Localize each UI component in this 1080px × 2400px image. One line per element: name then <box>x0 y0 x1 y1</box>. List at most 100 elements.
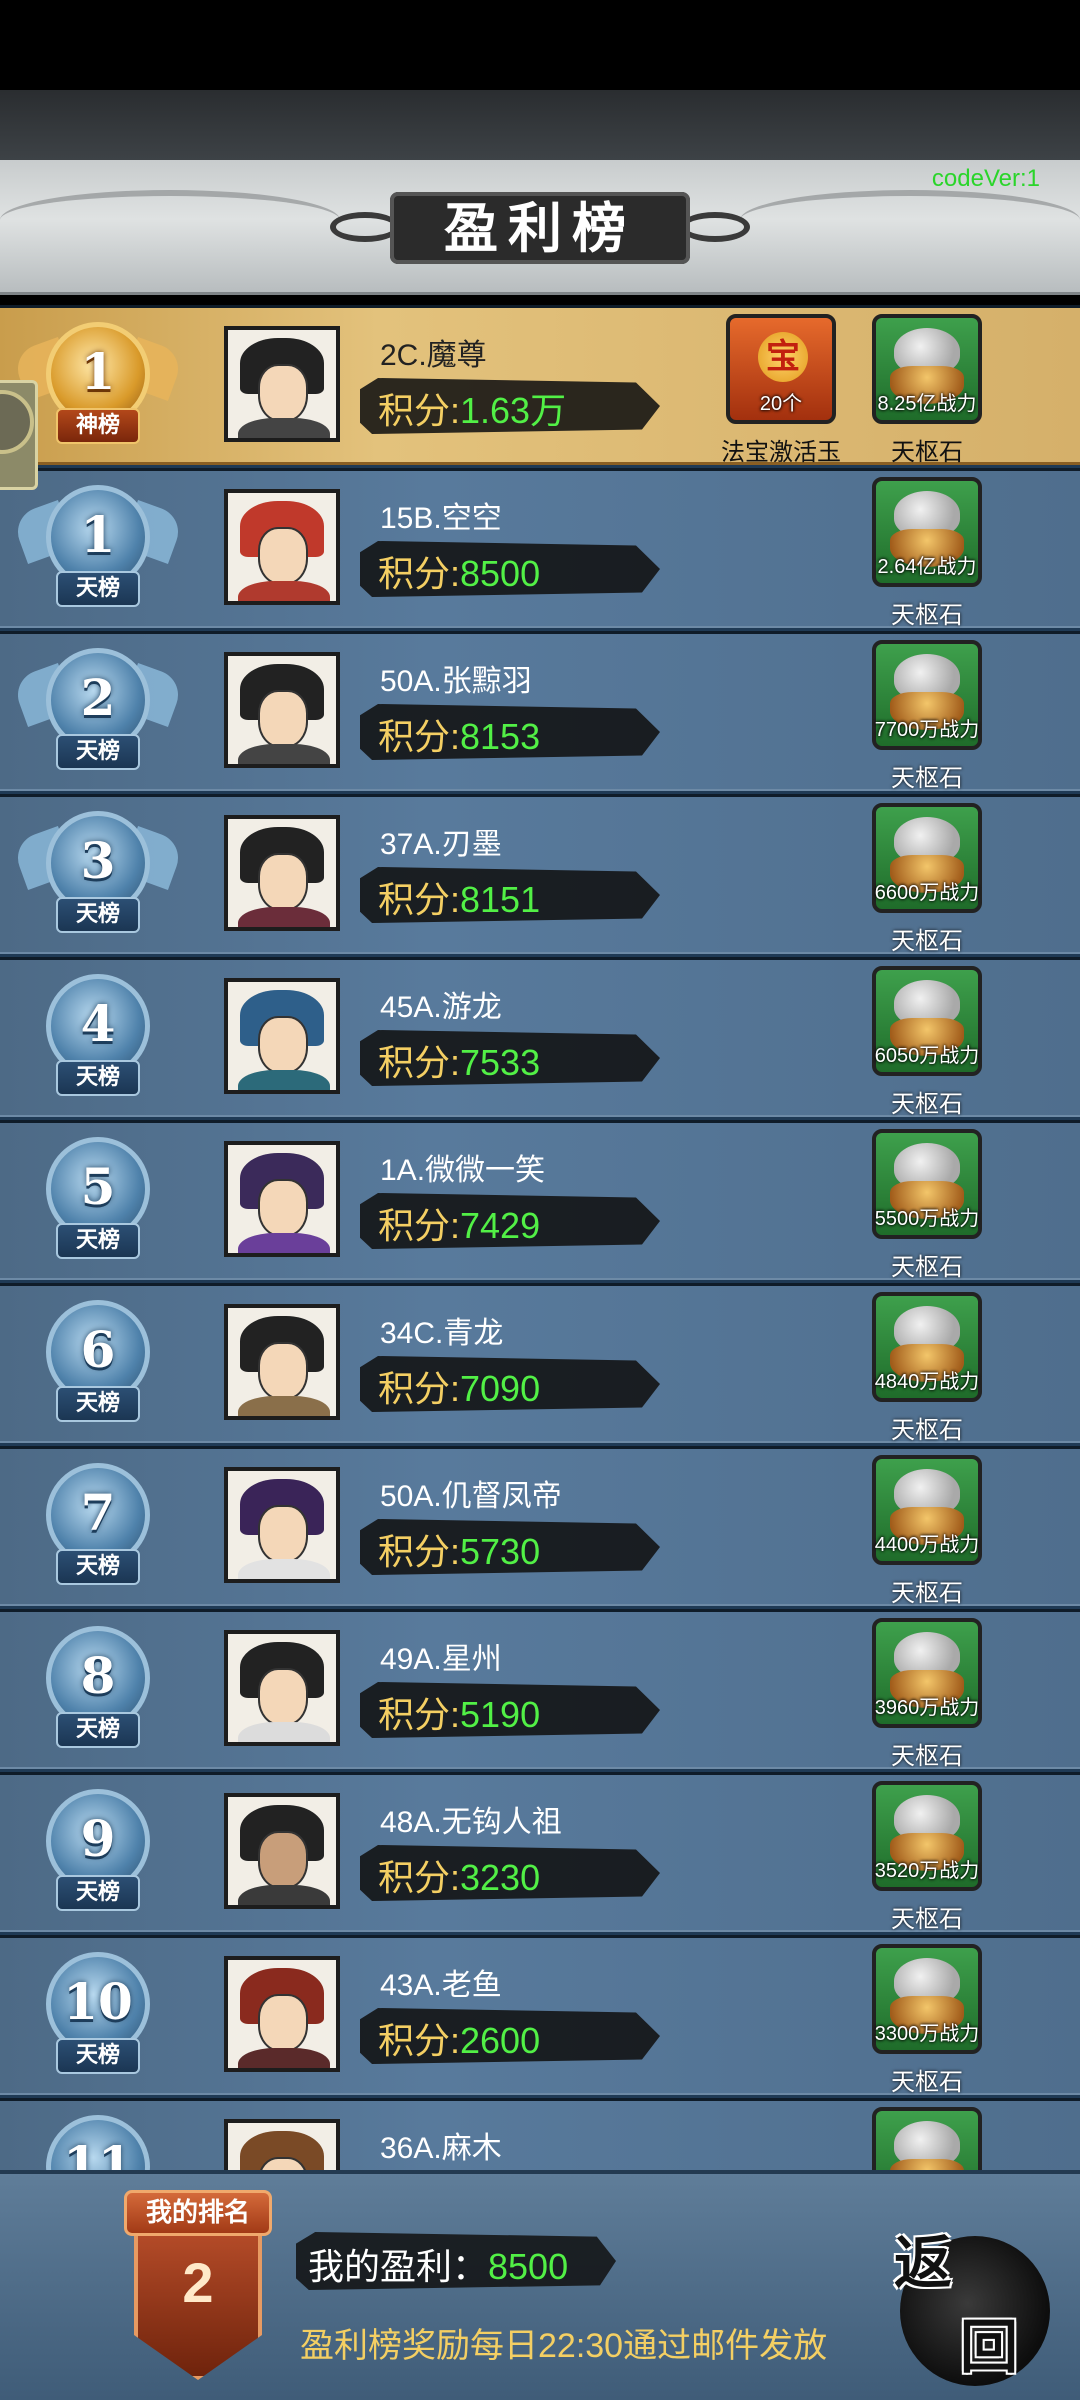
player-score: 积分:7429 <box>378 1197 540 1249</box>
reward-name: 天枢石 <box>891 1743 963 1770</box>
rank-medal: 6 天榜 <box>18 1300 178 1430</box>
avatar-face <box>258 1994 308 2052</box>
player-name: 45A.游龙 <box>380 991 502 1024</box>
avatar-face <box>258 690 308 748</box>
ranking-row[interactable]: 7 天榜 50A.仉督凤帝 积分:5730 4400万战力 天枢石 <box>0 1446 1080 1607</box>
reward-item-stone[interactable]: 3960万战力 <box>872 1618 982 1728</box>
player-score: 积分:8151 <box>378 871 540 923</box>
ranking-row[interactable]: 4 天榜 45A.游龙 积分:7533 6050万战力 天枢石 <box>0 957 1080 1118</box>
score-label: 积分: <box>378 1205 461 1246</box>
ranking-row[interactable]: 2 天榜 50A.张黥羽 积分:8153 7700万战力 天枢石 <box>0 631 1080 792</box>
score-label: 积分: <box>378 2020 461 2061</box>
player-avatar[interactable] <box>224 1630 340 1746</box>
rank-number: 1 <box>80 342 116 401</box>
ranking-row[interactable]: 3 天榜 37A.刃墨 积分:8151 6600万战力 天枢石 <box>0 794 1080 955</box>
status-bar <box>0 0 1080 90</box>
bao-seal-icon: 宝 <box>758 332 808 382</box>
player-avatar[interactable] <box>224 1956 340 2072</box>
avatar-face <box>258 853 308 911</box>
avatar-face <box>258 1179 308 1237</box>
score-value: 1.63万 <box>460 390 567 431</box>
score-label: 积分: <box>378 1531 461 1572</box>
rank-medal: 8 天榜 <box>18 1626 178 1756</box>
reward-item-stone[interactable]: 6050万战力 <box>872 966 982 1076</box>
reward-power: 4840万战力 <box>874 1371 980 1393</box>
reward-item-stone[interactable]: 3520万战力 <box>872 1781 982 1891</box>
rank-medal: 2 天榜 <box>10 648 186 778</box>
reward-notice: 盈利榜奖励每日22:30通过邮件发放 <box>300 2327 828 2365</box>
reward-count: 20个 <box>759 393 803 415</box>
reward-power: 7700万战力 <box>874 719 980 741</box>
reward-name: 天枢石 <box>891 2069 963 2096</box>
player-name: 36A.麻木 <box>380 2132 502 2165</box>
score-value: 2600 <box>460 2020 541 2061</box>
reward-name: 天枢石 <box>891 602 963 629</box>
score-label: 积分: <box>378 1694 461 1735</box>
player-avatar[interactable] <box>224 1793 340 1909</box>
score-label: 积分: <box>378 1857 461 1898</box>
ranking-row-top[interactable]: 1 神榜 2C.魔尊 积分:1.63万 宝 20个 法宝激活玉 8.25亿战力 … <box>0 305 1080 466</box>
reward-name: 天枢石 <box>891 1254 963 1281</box>
player-avatar[interactable] <box>224 1467 340 1583</box>
player-avatar[interactable] <box>224 1141 340 1257</box>
reward-item-stone[interactable]: 2.64亿战力 <box>872 477 982 587</box>
player-avatar[interactable] <box>224 815 340 931</box>
my-profit: 我的盈利：8500 <box>308 2238 568 2290</box>
cloud-ornament-right <box>740 190 1080 250</box>
ranking-row[interactable]: 11 36A.麻木 <box>0 2098 1080 2180</box>
player-score: 积分:7533 <box>378 1034 540 1086</box>
reward-item-bao[interactable]: 宝 20个 <box>726 314 836 424</box>
reward-power: 6050万战力 <box>874 1045 980 1067</box>
player-avatar[interactable] <box>224 978 340 1094</box>
rank-tag: 天榜 <box>56 1223 140 1259</box>
player-name: 43A.老鱼 <box>380 1969 502 2002</box>
score-label: 积分: <box>378 1368 461 1409</box>
reward-item-stone[interactable]: 5500万战力 <box>872 1129 982 1239</box>
reward-item-stone[interactable]: 4400万战力 <box>872 1455 982 1565</box>
rank-medal: 3 天榜 <box>10 811 186 941</box>
player-avatar[interactable] <box>224 326 340 442</box>
reward-name: 天枢石 <box>891 1580 963 1607</box>
my-rank-value: 2 <box>182 2251 214 2314</box>
player-name: 34C.青龙 <box>380 1317 504 1350</box>
avatar-face <box>258 1016 308 1074</box>
ranking-row[interactable]: 10 天榜 43A.老鱼 积分:2600 3300万战力 天枢石 <box>0 1935 1080 2096</box>
ranking-row[interactable]: 6 天榜 34C.青龙 积分:7090 4840万战力 天枢石 <box>0 1283 1080 1444</box>
leaderboard-header: 盈利榜 <box>0 160 1080 295</box>
rank-medal: 5 天榜 <box>18 1137 178 1267</box>
rank-number: 6 <box>80 1320 116 1379</box>
reward-item-stone[interactable]: 7700万战力 <box>872 640 982 750</box>
ranking-row[interactable]: 8 天榜 49A.星州 积分:5190 3960万战力 天枢石 <box>0 1609 1080 1770</box>
ranking-list[interactable]: 1 神榜 2C.魔尊 积分:1.63万 宝 20个 法宝激活玉 8.25亿战力 … <box>0 305 1080 2180</box>
player-name: 2C.魔尊 <box>380 339 487 372</box>
rank-tag: 天榜 <box>56 1386 140 1422</box>
back-button[interactable]: 返 回 <box>880 2216 1050 2386</box>
ranking-row[interactable]: 9 天榜 48A.无钩人祖 积分:3230 3520万战力 天枢石 <box>0 1772 1080 1933</box>
reward-item-stone[interactable]: 4840万战力 <box>872 1292 982 1402</box>
reward-item-stone[interactable]: 6600万战力 <box>872 803 982 913</box>
title-banner: 盈利榜 <box>330 182 750 272</box>
player-name: 50A.张黥羽 <box>380 665 532 698</box>
score-value: 8151 <box>460 879 541 920</box>
ranking-row[interactable]: 1 天榜 15B.空空 积分:8500 2.64亿战力 天枢石 <box>0 468 1080 629</box>
player-avatar[interactable] <box>224 652 340 768</box>
player-score: 积分:5190 <box>378 1686 540 1738</box>
player-score: 积分:2600 <box>378 2012 540 2064</box>
reward-name: 天枢石 <box>891 1906 963 1933</box>
reward-power: 5500万战力 <box>874 1208 980 1230</box>
reward-power: 2.64亿战力 <box>877 556 977 578</box>
reward-item-stone[interactable]: 8.25亿战力 <box>872 314 982 424</box>
my-profit-value: 8500 <box>488 2246 569 2287</box>
player-score: 积分:3230 <box>378 1849 540 1901</box>
player-avatar[interactable] <box>224 489 340 605</box>
rank-number: 2 <box>80 668 116 727</box>
reward-name: 天枢石 <box>891 928 963 955</box>
player-avatar[interactable] <box>224 1304 340 1420</box>
avatar-body <box>238 744 330 764</box>
reward-item-stone[interactable]: 3300万战力 <box>872 1944 982 2054</box>
rank-tag: 天榜 <box>56 1875 140 1911</box>
rank-tag: 天榜 <box>56 1060 140 1096</box>
reward-name: 法宝激活玉 <box>721 439 841 466</box>
score-label: 积分: <box>378 1042 461 1083</box>
ranking-row[interactable]: 5 天榜 1A.微微一笑 积分:7429 5500万战力 天枢石 <box>0 1120 1080 1281</box>
